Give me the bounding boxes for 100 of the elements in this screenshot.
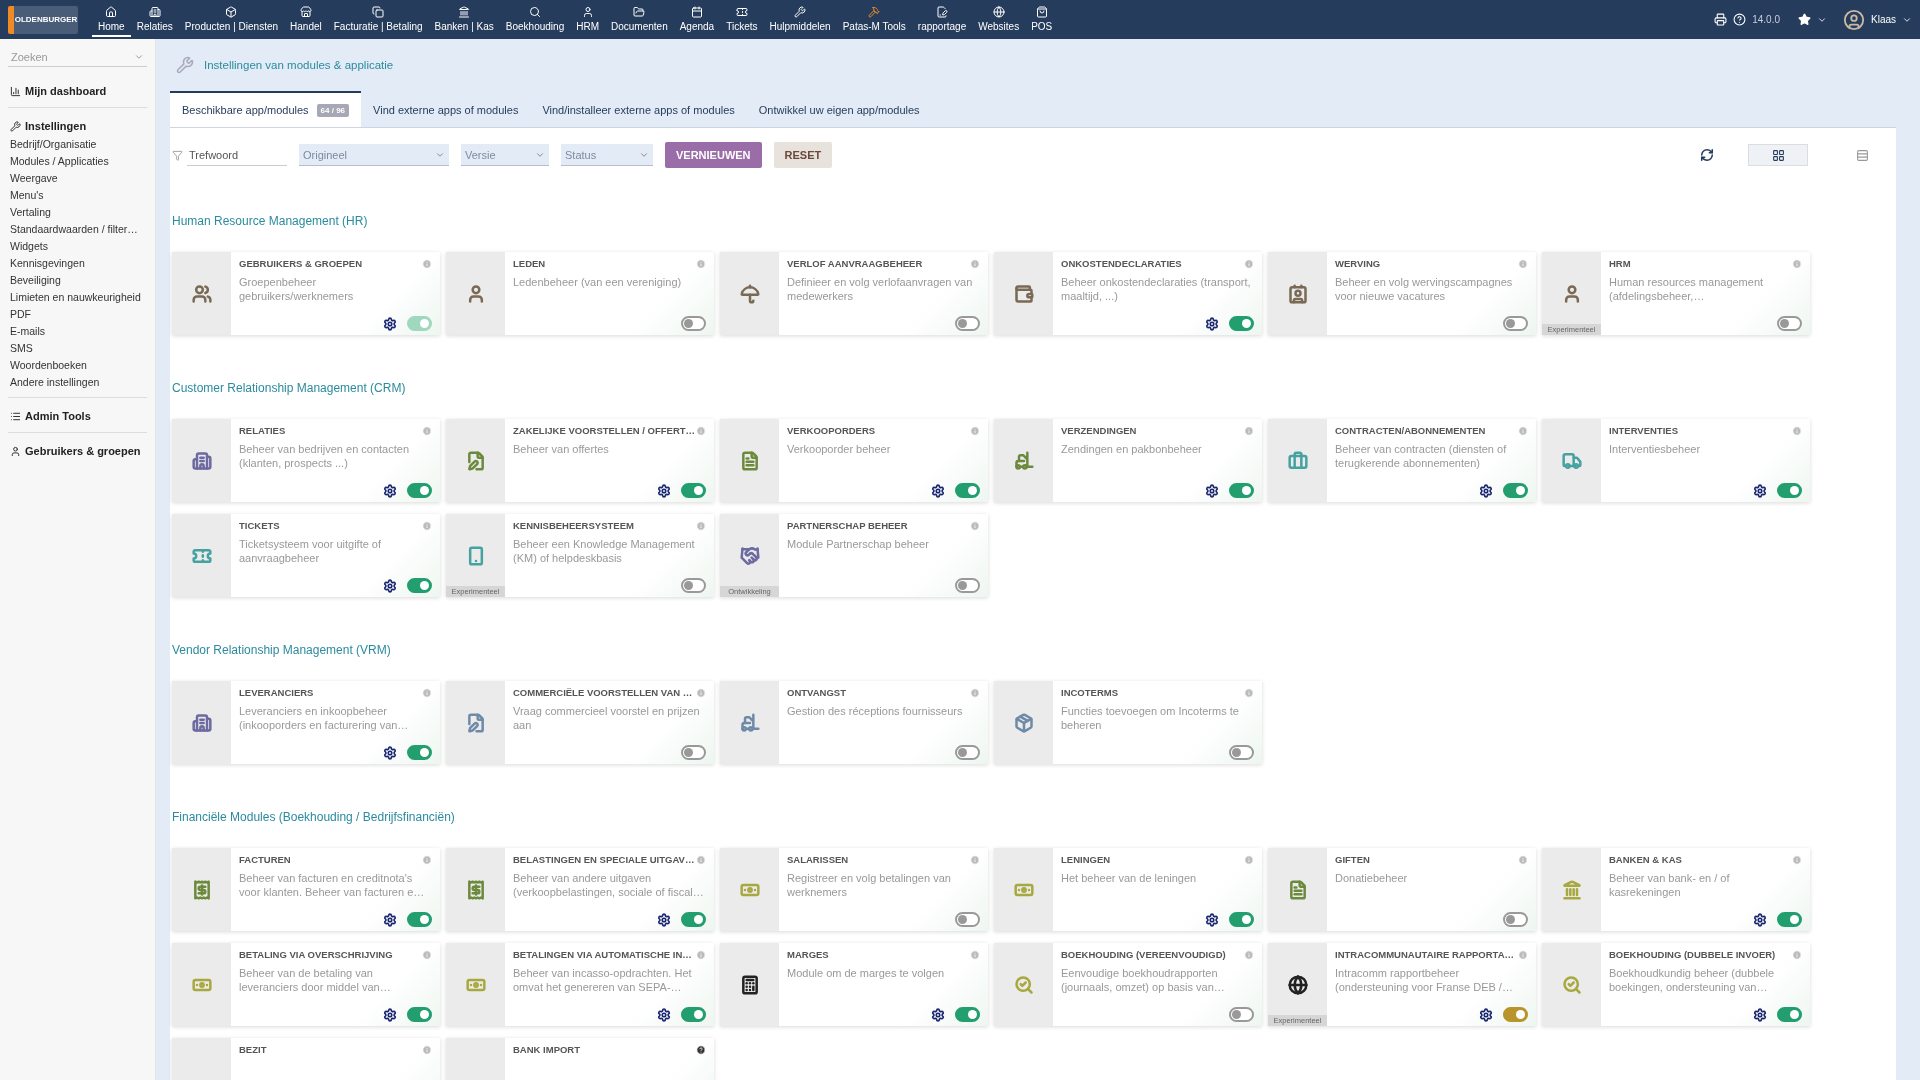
settings-icon[interactable] — [657, 483, 671, 498]
info-icon[interactable] — [696, 688, 706, 698]
menu-tab[interactable]: Home — [92, 2, 131, 37]
info-icon[interactable] — [970, 950, 980, 960]
company-logo[interactable]: OLDENBURGER — [8, 5, 78, 34]
settings-icon[interactable] — [383, 1007, 397, 1022]
user-name[interactable]: Klaas — [1871, 14, 1896, 25]
help-icon[interactable] — [696, 1045, 706, 1055]
info-icon[interactable] — [970, 426, 980, 436]
info-icon[interactable] — [1792, 950, 1802, 960]
settings-icon[interactable] — [931, 483, 945, 498]
settings-icon[interactable] — [383, 483, 397, 498]
menu-tab[interactable]: Handel — [284, 2, 328, 37]
settings-icon[interactable] — [1753, 483, 1767, 498]
printer-icon[interactable] — [1714, 13, 1728, 26]
toggle-off[interactable] — [1777, 316, 1802, 331]
sidebar-item[interactable]: Weergave — [8, 170, 147, 187]
sidebar-item[interactable]: Woordenboeken — [8, 357, 147, 374]
toggle-on[interactable] — [1777, 1007, 1802, 1022]
reset-button[interactable]: RESET — [773, 142, 833, 168]
sidebar-item[interactable]: Kennisgevingen — [8, 255, 147, 272]
toggle-off[interactable] — [1503, 912, 1528, 927]
sidebar-item[interactable]: E-mails — [8, 323, 147, 340]
settings-icon[interactable] — [1479, 483, 1493, 498]
settings-icon[interactable] — [383, 578, 397, 593]
toggle-off[interactable] — [681, 316, 706, 331]
refresh-button[interactable]: VERNIEUWEN — [665, 142, 762, 168]
tab[interactable]: Beschikbare app/modules 64 / 96 — [170, 91, 362, 127]
info-icon[interactable] — [422, 855, 432, 865]
info-icon[interactable] — [696, 855, 706, 865]
menu-tab[interactable]: Relaties — [130, 2, 179, 37]
info-icon[interactable] — [422, 950, 432, 960]
sidebar-item[interactable]: Modules / Applicaties — [8, 153, 147, 170]
toggle-on[interactable] — [1777, 912, 1802, 927]
sidebar-item[interactable]: PDF — [8, 306, 147, 323]
info-icon[interactable] — [1244, 855, 1254, 865]
sidebar-heading[interactable]: Admin Tools — [25, 410, 91, 422]
info-icon[interactable] — [970, 521, 980, 531]
info-icon[interactable] — [1518, 259, 1528, 269]
settings-icon[interactable] — [657, 1007, 671, 1022]
sidebar-heading[interactable]: Mijn dashboard — [25, 85, 107, 97]
toggle-on[interactable] — [1503, 1007, 1528, 1022]
info-icon[interactable] — [422, 521, 432, 531]
settings-icon[interactable] — [1205, 483, 1219, 498]
menu-tab[interactable]: Boekhouding — [499, 2, 571, 37]
sidebar-item[interactable]: Beveiliging — [8, 272, 147, 289]
toggle-on[interactable] — [407, 578, 432, 593]
toggle-on[interactable] — [1229, 316, 1254, 331]
info-icon[interactable] — [970, 259, 980, 269]
info-icon[interactable] — [970, 688, 980, 698]
toggle-on[interactable] — [681, 483, 706, 498]
toggle-on[interactable] — [407, 483, 432, 498]
toggle-off[interactable] — [955, 745, 980, 760]
menu-tab[interactable]: Websites — [972, 2, 1026, 37]
toggle-off[interactable] — [681, 578, 706, 593]
sidebar-item[interactable]: Widgets — [8, 238, 147, 255]
info-icon[interactable] — [422, 259, 432, 269]
menu-tab[interactable]: HRM — [570, 2, 605, 37]
sidebar-heading[interactable]: Gebruikers & groepen — [25, 445, 141, 457]
star-icon[interactable] — [1798, 13, 1811, 26]
sidebar-item[interactable]: Bedrijf/Organisatie — [8, 136, 147, 153]
info-icon[interactable] — [1518, 426, 1528, 436]
menu-tab[interactable]: Agenda — [673, 2, 721, 37]
toggle-on[interactable] — [1777, 483, 1802, 498]
menu-tab[interactable]: Hulpmiddelen — [763, 2, 837, 37]
settings-icon[interactable] — [383, 912, 397, 927]
toggle-on[interactable] — [955, 1007, 980, 1022]
info-icon[interactable] — [696, 950, 706, 960]
menu-tab[interactable]: Producten | Diensten — [178, 2, 285, 37]
toggle-off[interactable] — [955, 578, 980, 593]
settings-icon[interactable] — [1479, 1007, 1493, 1022]
settings-icon[interactable] — [931, 1007, 945, 1022]
info-icon[interactable] — [1244, 950, 1254, 960]
menu-tab[interactable]: Documenten — [605, 2, 674, 37]
toggle-on[interactable] — [407, 316, 432, 331]
info-icon[interactable] — [696, 426, 706, 436]
info-icon[interactable] — [1792, 855, 1802, 865]
toggle-off[interactable] — [1229, 745, 1254, 760]
menu-tab[interactable]: Banken | Kas — [428, 2, 500, 37]
info-icon[interactable] — [696, 521, 706, 531]
sidebar-item[interactable]: Vertaling — [8, 204, 147, 221]
settings-icon[interactable] — [1205, 316, 1219, 331]
toggle-off[interactable] — [681, 745, 706, 760]
info-icon[interactable] — [422, 426, 432, 436]
toggle-off[interactable] — [1229, 1007, 1254, 1022]
tab[interactable]: Ontwikkel uw eigen app/modules — [746, 91, 932, 127]
toggle-on[interactable] — [1229, 912, 1254, 927]
info-icon[interactable] — [422, 688, 432, 698]
sidebar-item[interactable]: SMS — [8, 340, 147, 357]
toggle-on[interactable] — [955, 483, 980, 498]
settings-icon[interactable] — [383, 745, 397, 760]
toggle-on[interactable] — [407, 912, 432, 927]
menu-tab[interactable]: Patas-M Tools — [836, 2, 912, 37]
tab[interactable]: Vind/installeer externe apps of modules — [530, 91, 747, 127]
menu-tab[interactable]: Tickets — [720, 2, 764, 37]
toggle-on[interactable] — [681, 1007, 706, 1022]
sidebar-item[interactable]: Menu's — [8, 187, 147, 204]
toggle-off[interactable] — [1503, 316, 1528, 331]
settings-icon[interactable] — [383, 316, 397, 331]
info-icon[interactable] — [1244, 259, 1254, 269]
